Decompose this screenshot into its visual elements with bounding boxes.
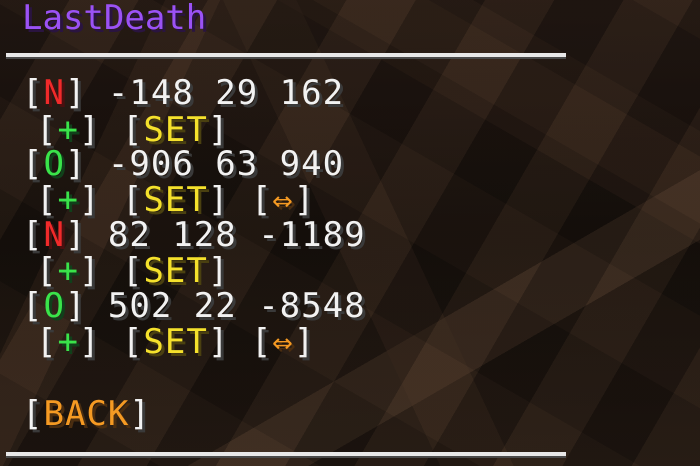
dimension-tag-nether: N: [43, 215, 65, 255]
death-entry-2: [O] -906 63 940: [22, 144, 345, 184]
dimension-tag-overworld: O: [43, 144, 65, 184]
add-waypoint-button[interactable]: [+]: [36, 251, 100, 291]
death-entry-1: [N] -148 29 162: [22, 73, 345, 113]
lastdeath-book-page: LastDeath [N] -148 29 162 [+] [SET] [O] …: [0, 0, 700, 466]
page-title: LastDeath: [22, 0, 207, 38]
set-button[interactable]: [SET]: [122, 180, 229, 220]
death-entry-4-actions: [+] [SET] [⇔]: [36, 324, 315, 360]
coordinates: -148 29 162: [107, 73, 345, 113]
set-button[interactable]: [SET]: [122, 322, 229, 362]
convert-coords-button[interactable]: [⇔]: [251, 322, 315, 362]
coordinates: -906 63 940: [107, 144, 345, 184]
dimension-tag-overworld: O: [43, 286, 65, 326]
back-button[interactable]: [BACK]: [22, 396, 151, 432]
top-divider: [6, 53, 566, 57]
add-waypoint-button[interactable]: [+]: [36, 322, 100, 362]
back-label: BACK: [43, 394, 130, 434]
death-entry-1-actions: [+] [SET]: [36, 112, 229, 148]
add-waypoint-button[interactable]: [+]: [36, 180, 100, 220]
dimension-tag-nether: N: [43, 73, 65, 113]
death-entry-2-actions: [+] [SET] [⇔]: [36, 182, 315, 218]
death-entry-3-actions: [+] [SET]: [36, 253, 229, 289]
death-entry-3: [N] 82 128 -1189: [22, 215, 366, 255]
coordinates: 502 22 -8548: [107, 286, 366, 326]
bottom-divider: [6, 452, 566, 456]
swap-arrows-icon: ⇔: [272, 180, 294, 220]
death-entry-4: [O] 502 22 -8548: [22, 286, 366, 326]
convert-coords-button[interactable]: [⇔]: [251, 180, 315, 220]
coordinates: 82 128 -1189: [107, 215, 366, 255]
set-button[interactable]: [SET]: [122, 251, 229, 291]
swap-arrows-icon: ⇔: [272, 322, 294, 362]
